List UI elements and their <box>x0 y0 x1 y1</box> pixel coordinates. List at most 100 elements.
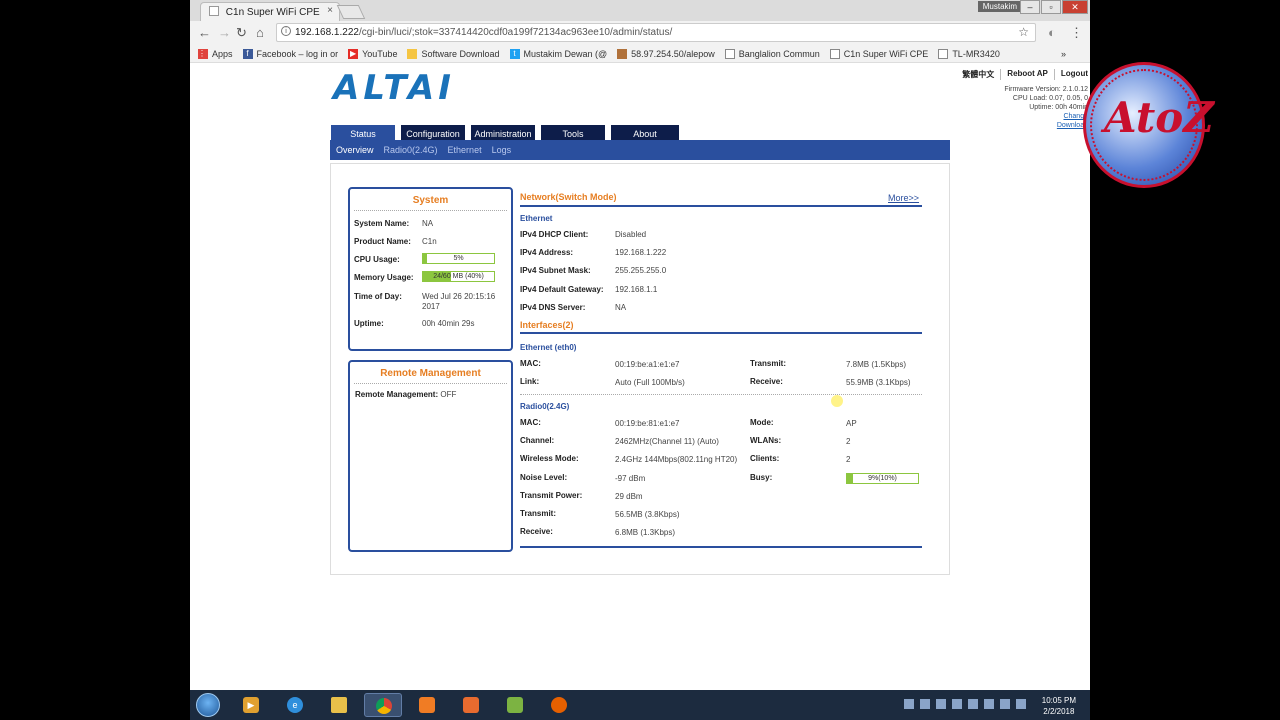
sub-nav: Overview Radio0(2.4G) Ethernet Logs <box>330 140 950 160</box>
bookmark-c1n[interactable]: C1n Super WiFi CPE <box>829 48 929 59</box>
dhcp-value: Disabled <box>615 230 646 239</box>
taskbar-app-orange[interactable] <box>408 693 446 717</box>
bookmark-label: 58.97.254.50/alepow <box>631 48 715 59</box>
tab-strip: C1n Super WiFi CPE × Mustakim – ▫ ✕ <box>190 0 1090 21</box>
eth0-mac-label: MAC: <box>520 359 541 368</box>
radio0-divider <box>520 546 922 548</box>
tray-icon[interactable] <box>920 699 930 709</box>
taskbar-app-green[interactable] <box>496 693 534 717</box>
document-icon <box>829 48 840 59</box>
label-text: Receive: <box>520 527 553 536</box>
memory-usage-bar: 24/60 MB (40%) <box>422 271 495 282</box>
subtab-radio0[interactable]: Radio0(2.4G) <box>384 145 438 155</box>
label-text: Busy: <box>750 473 773 482</box>
language-link[interactable]: 繁體中文 <box>956 69 994 80</box>
bookmark-software-download[interactable]: Software Download <box>407 48 500 59</box>
taskbar-media-player[interactable]: ▶ <box>232 693 270 717</box>
header-links: 繁體中文 Reboot AP Logout <box>950 69 1088 80</box>
network-icon[interactable] <box>984 699 994 709</box>
taskbar-app-snip[interactable] <box>452 693 490 717</box>
taskbar-explorer[interactable] <box>320 693 358 717</box>
radio-busy-label: Busy: <box>750 473 772 482</box>
reload-icon[interactable]: ↻ <box>236 25 247 41</box>
tab-close-icon[interactable]: × <box>327 5 333 16</box>
bookmark-apps[interactable]: ⋮⋮ Apps <box>198 48 233 59</box>
site-info-icon[interactable]: i <box>281 26 291 36</box>
taskbar-chrome[interactable] <box>364 693 402 717</box>
home-icon[interactable]: ⌂ <box>256 25 264 40</box>
extension-icon[interactable]: ◐ <box>1048 25 1056 40</box>
label-text: Link: <box>520 377 540 386</box>
product-name-row: Product Name: <box>354 237 411 246</box>
remote-management-value: OFF <box>440 390 457 399</box>
value-text: Auto (Full 100Mb/s) <box>615 378 685 387</box>
bookmark-label: C1n Super WiFi CPE <box>843 48 929 59</box>
menu-kebab-icon[interactable]: ⋮ <box>1070 25 1083 41</box>
bookmark-twitter[interactable]: t Mustakim Dewan (@ <box>509 48 607 59</box>
new-tab-button[interactable] <box>336 5 366 19</box>
tab-title: C1n Super WiFi CPE <box>225 7 320 18</box>
taskbar-ie[interactable]: e <box>276 693 314 717</box>
value-text: 00h 40min 29s <box>422 319 475 328</box>
memory-usage-row: Memory Usage: <box>354 273 414 282</box>
tray-icon[interactable] <box>904 699 914 709</box>
tray-icon[interactable] <box>968 699 978 709</box>
time-of-day-value: Wed Jul 26 20:15:16 2017 <box>422 292 495 312</box>
logout-link[interactable]: Logout <box>1053 69 1088 80</box>
subtab-logs[interactable]: Logs <box>492 145 512 155</box>
label-text: IPv4 Default Gateway: <box>520 285 604 294</box>
radio-power-label: Transmit Power: <box>520 491 582 500</box>
overflow-chevron-icon: » <box>1060 48 1066 59</box>
maximize-icon[interactable]: ▫ <box>1041 0 1061 14</box>
value-text: 56.5MB (3.8Kbps) <box>615 510 680 519</box>
bookmark-star-icon[interactable]: ☆ <box>1018 25 1029 39</box>
more-link[interactable]: More>> <box>888 193 919 203</box>
network-section-title: Network(Switch Mode) <box>520 192 617 202</box>
label-text: Transmit: <box>750 359 787 368</box>
tray-icon[interactable] <box>952 699 962 709</box>
subtab-ethernet[interactable]: Ethernet <box>448 145 482 155</box>
minimize-icon[interactable]: – <box>1020 0 1040 14</box>
ethernet-subtitle: Ethernet <box>520 214 553 223</box>
label-text: Transmit Power: <box>520 491 583 500</box>
start-button[interactable] <box>196 693 220 717</box>
folder-icon <box>331 697 347 713</box>
reboot-ap-link[interactable]: Reboot AP <box>1000 69 1048 80</box>
bookmark-youtube[interactable]: ▶ YouTube <box>348 48 397 59</box>
mask-value: 255.255.255.0 <box>615 266 666 275</box>
bookmark-facebook[interactable]: f Facebook – log in or <box>242 48 338 59</box>
bookmarks-overflow-button[interactable]: » <box>1061 49 1066 59</box>
taskbar-clock[interactable]: 10:05 PM 2/2/2018 <box>1042 695 1076 717</box>
browser-tab[interactable]: C1n Super WiFi CPE × <box>200 2 340 21</box>
download-link[interactable]: Download <box>1004 121 1088 130</box>
value-text: 00:19:be:81:e1:e7 <box>615 419 680 428</box>
value-text: C1n <box>422 237 437 246</box>
media-player-icon: ▶ <box>243 697 259 713</box>
tray-icon[interactable] <box>936 699 946 709</box>
label-text: Wireless Mode: <box>520 454 579 463</box>
window-close-icon[interactable]: ✕ <box>1062 0 1088 14</box>
cpu-usage-bar: 5% <box>422 253 495 264</box>
snipping-icon <box>463 697 479 713</box>
bookmark-tl-mr3420[interactable]: TL-MR3420 <box>938 48 1000 59</box>
forward-arrow-icon[interactable]: → <box>218 25 231 40</box>
cpu-load: CPU Load: 0.07, 0.05, 0 <box>1012 95 1088 102</box>
volume-icon[interactable] <box>1000 699 1010 709</box>
battery-icon[interactable] <box>1016 699 1026 709</box>
label-text: Receive: <box>750 377 783 386</box>
value-text: 7.8MB (1.5Kbps) <box>846 360 907 369</box>
radio-clients-value: 2 <box>846 455 850 464</box>
system-panel: System System Name: NA Product Name: C1n… <box>348 187 513 351</box>
eth0-link-label: Link: <box>520 377 539 386</box>
remote-management-label: Remote Management: <box>355 390 439 399</box>
radio-rx-value: 6.8MB (1.3Kbps) <box>615 528 675 537</box>
label-text: IPv4 Address: <box>520 248 574 257</box>
bookmark-alepow[interactable]: 58.97.254.50/alepow <box>617 48 715 59</box>
back-arrow-icon[interactable]: ← <box>198 25 211 40</box>
interfaces-divider <box>520 332 922 334</box>
url-input[interactable]: i 192.168.1.222/cgi-bin/luci/;stok=33741… <box>276 23 1036 42</box>
change-link[interactable]: Change <box>1004 112 1088 121</box>
subtab-overview[interactable]: Overview <box>336 145 374 155</box>
bookmark-banglalion[interactable]: Banglalion Commun <box>724 48 820 59</box>
taskbar-firefox[interactable] <box>540 693 578 717</box>
